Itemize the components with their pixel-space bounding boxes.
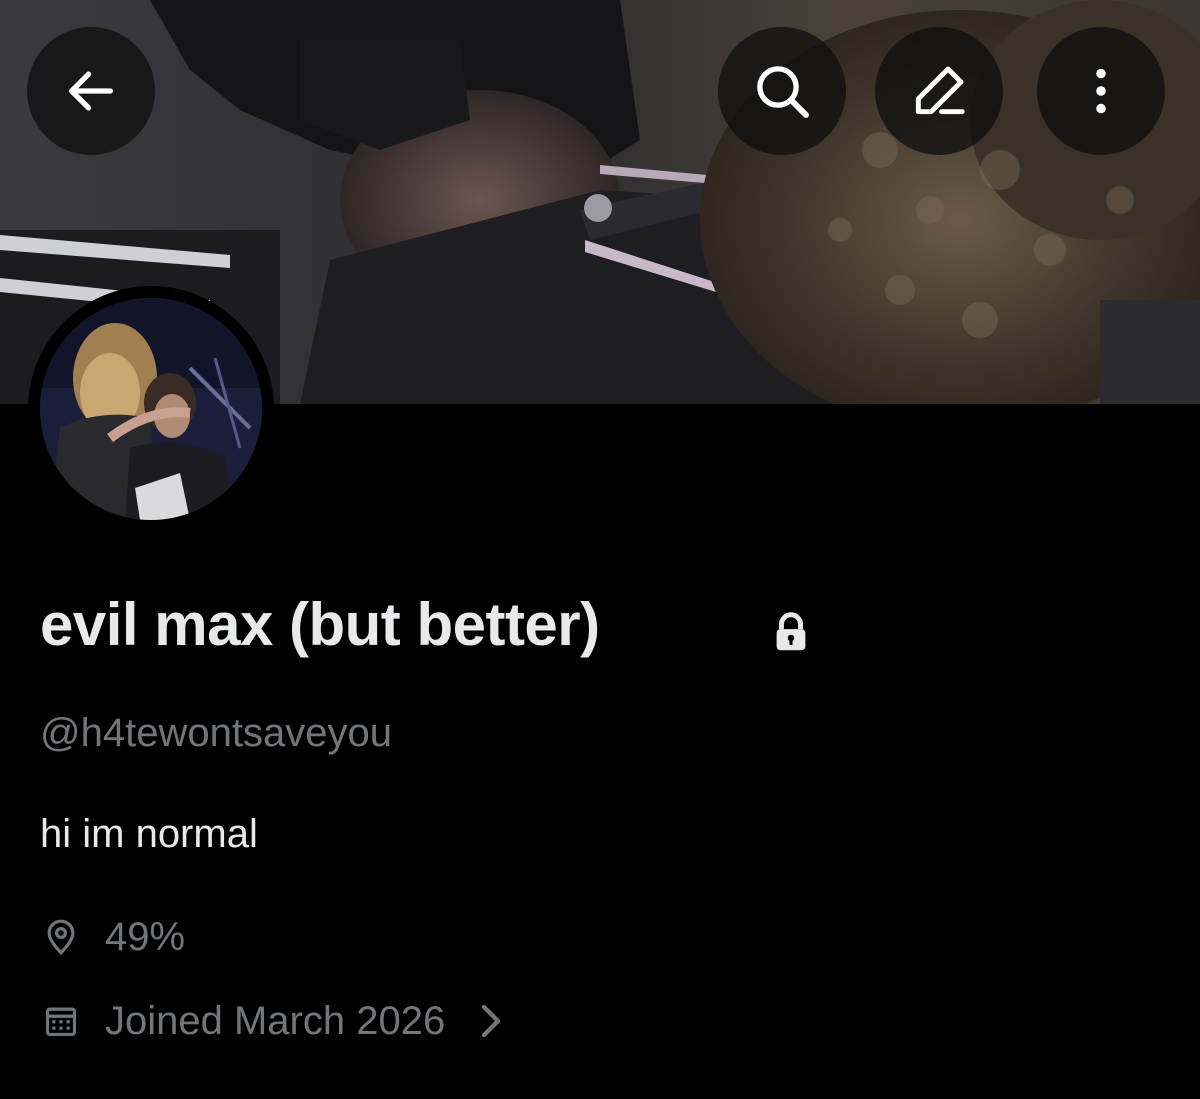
edit-profile-button[interactable] xyxy=(875,27,1003,155)
profile-location: 49% xyxy=(42,912,185,962)
lock-icon xyxy=(776,612,806,651)
chevron-right-icon xyxy=(482,1004,501,1038)
search-button[interactable] xyxy=(718,27,846,155)
more-options-button[interactable] xyxy=(1037,27,1165,155)
profile-avatar[interactable] xyxy=(28,286,274,532)
more-vertical-icon xyxy=(1096,68,1106,114)
username-handle: @h4tewontsaveyou xyxy=(40,711,392,755)
joined-date-text: Joined March 2026 xyxy=(105,998,446,1043)
joined-date-row[interactable]: Joined March 2026 xyxy=(42,996,505,1046)
back-button[interactable] xyxy=(27,27,155,155)
profile-page: evil max (but better) @h4tewontsaveyou h… xyxy=(0,0,1200,1099)
pencil-icon xyxy=(915,66,965,115)
calendar-icon xyxy=(45,1007,77,1037)
profile-bio: hi im normal xyxy=(40,812,258,856)
search-icon xyxy=(757,66,809,118)
location-pin-icon xyxy=(47,919,75,956)
avatar-image xyxy=(40,298,262,520)
arrow-left-icon xyxy=(69,71,113,111)
location-text: 49% xyxy=(105,914,186,959)
display-name: evil max (but better) xyxy=(40,591,600,658)
